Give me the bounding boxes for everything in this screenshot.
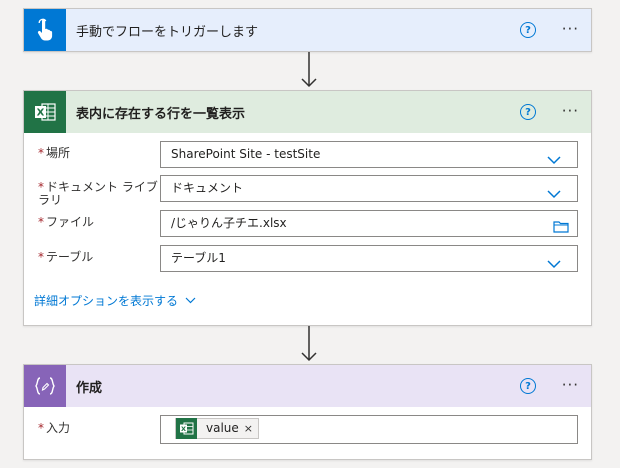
compose-braces-icon	[24, 365, 66, 407]
help-icon[interactable]: ?	[520, 378, 536, 394]
table-value: テーブル1	[171, 251, 226, 265]
chevron-down-icon[interactable]	[547, 253, 561, 278]
excel-icon: X	[176, 418, 197, 439]
document-library-label-text: ドキュメント ライブラリ	[38, 180, 158, 207]
compose-action-card[interactable]: 作成 ? ··· * 入力 X value ×	[23, 364, 592, 460]
required-marker: *	[38, 250, 44, 264]
trigger-card-header[interactable]: 手動でフローをトリガーします ? ···	[24, 9, 591, 51]
excel-icon-letter: X	[181, 425, 186, 433]
compose-title: 作成	[76, 380, 103, 396]
chevron-down-icon	[185, 297, 196, 304]
file-input[interactable]: /じゃりん子チエ.xlsx	[160, 210, 578, 237]
folder-icon[interactable]	[553, 217, 569, 242]
excel-icon-letter: X	[37, 108, 45, 119]
excel-card-header[interactable]: X 表内に存在する行を一覧表示 ? ···	[24, 91, 591, 133]
trigger-card[interactable]: 手動でフローをトリガーします ? ···	[23, 8, 592, 52]
input-label: * 入力	[38, 422, 166, 435]
required-marker: *	[38, 146, 44, 160]
compose-input-field[interactable]: X value ×	[160, 415, 578, 444]
required-marker: *	[38, 215, 44, 229]
location-label: * 場所	[38, 147, 166, 160]
document-library-dropdown[interactable]: ドキュメント	[160, 175, 578, 202]
table-label-text: テーブル	[46, 250, 94, 264]
advanced-options-text: 詳細オプションを表示する	[34, 294, 179, 308]
help-icon[interactable]: ?	[520, 104, 536, 120]
token-label: value	[206, 421, 239, 435]
arrow-down-icon	[299, 326, 319, 364]
required-marker: *	[38, 180, 44, 194]
excel-action-title: 表内に存在する行を一覧表示	[76, 106, 246, 122]
location-label-text: 場所	[46, 146, 71, 160]
file-label-text: ファイル	[46, 215, 95, 229]
file-value: /じゃりん子チエ.xlsx	[171, 216, 287, 230]
excel-icon: X	[24, 91, 66, 133]
required-marker: *	[38, 421, 44, 435]
more-options-icon[interactable]: ···	[562, 377, 579, 393]
location-dropdown[interactable]: SharePoint Site - testSite	[160, 141, 578, 168]
location-value: SharePoint Site - testSite	[171, 147, 321, 161]
trigger-title: 手動でフローをトリガーします	[76, 24, 259, 40]
chevron-down-icon[interactable]	[547, 149, 561, 174]
help-icon[interactable]: ?	[520, 22, 536, 38]
chevron-down-icon[interactable]	[547, 183, 561, 208]
remove-token-icon[interactable]: ×	[244, 419, 258, 438]
file-label: * ファイル	[38, 216, 166, 229]
document-library-label: * ドキュメント ライブラリ	[38, 181, 166, 207]
table-dropdown[interactable]: テーブル1	[160, 245, 578, 272]
input-label-text: 入力	[46, 421, 71, 435]
show-advanced-options-link[interactable]: 詳細オプションを表示する	[34, 292, 196, 309]
hand-pointer-icon	[24, 9, 66, 51]
dynamic-content-token[interactable]: X value ×	[175, 418, 259, 439]
more-options-icon[interactable]: ···	[562, 21, 579, 37]
excel-action-card[interactable]: X 表内に存在する行を一覧表示 ? ··· * 場所 SharePoint Sit…	[23, 90, 592, 326]
compose-card-header[interactable]: 作成 ? ···	[24, 365, 591, 407]
document-library-value: ドキュメント	[171, 181, 244, 195]
table-label: * テーブル	[38, 251, 166, 264]
more-options-icon[interactable]: ···	[562, 103, 579, 119]
arrow-down-icon	[299, 52, 319, 90]
